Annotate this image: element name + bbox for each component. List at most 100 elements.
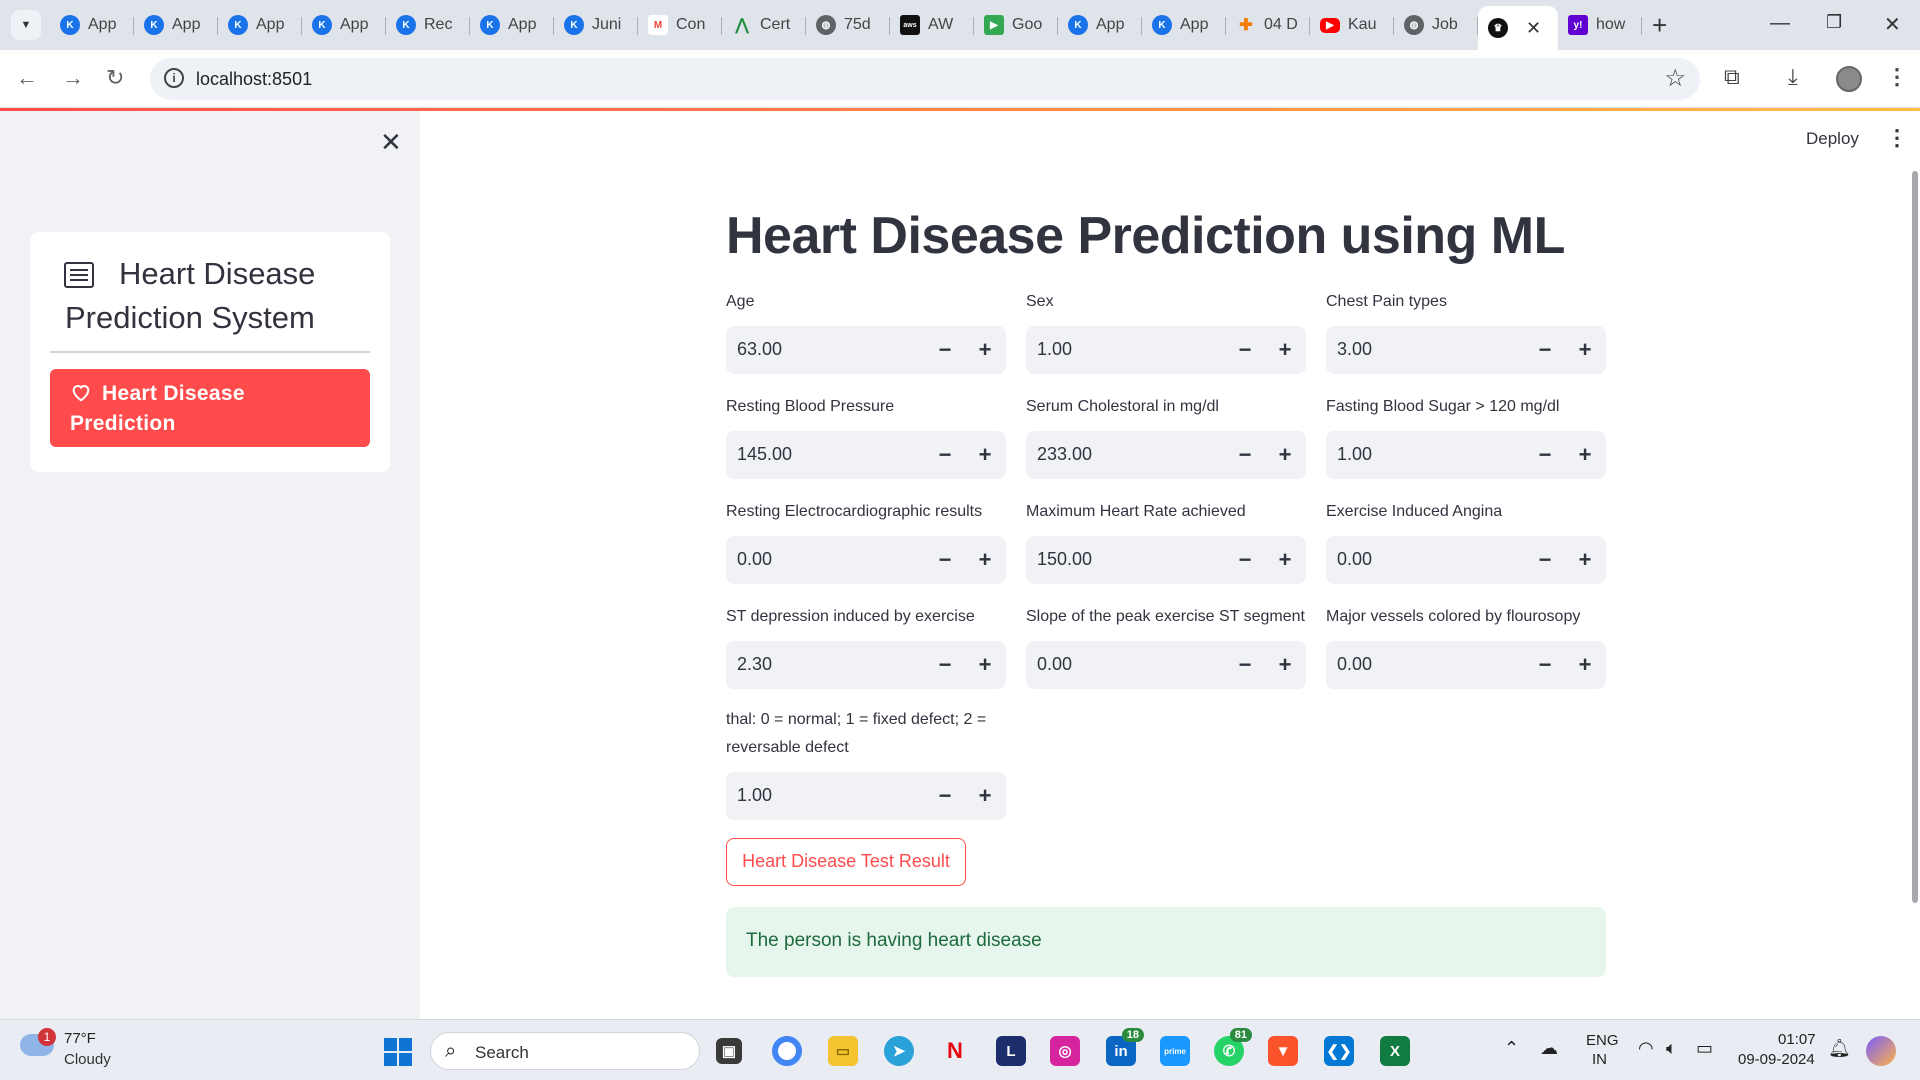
increment-button[interactable]: + — [1572, 336, 1598, 364]
linkedin-icon[interactable]: in 18 — [1106, 1028, 1144, 1066]
decrement-button[interactable]: − — [932, 782, 958, 810]
browser-tab[interactable]: ✚ 04 D — [1226, 6, 1310, 44]
browser-tab[interactable]: K App — [218, 6, 302, 44]
number-input[interactable]: 63.00 − + — [726, 326, 1006, 374]
browser-tab[interactable]: ⋀ Cert — [722, 6, 806, 44]
browser-tab-active[interactable]: ♛ ✕ — [1478, 6, 1558, 50]
input-value[interactable]: 233.00 — [1037, 444, 1092, 465]
number-input[interactable]: 150.00 − + — [1026, 536, 1306, 584]
region-indicator[interactable]: IN — [1592, 1051, 1607, 1068]
browser-tab[interactable]: K App — [470, 6, 554, 44]
l-app-icon[interactable]: L — [996, 1036, 1026, 1066]
input-value[interactable]: 63.00 — [737, 339, 782, 360]
increment-button[interactable]: + — [1272, 441, 1298, 469]
browser-tab[interactable]: M Con — [638, 6, 722, 44]
download-icon[interactable]: ⤓ — [1788, 64, 1798, 90]
main-menu-icon[interactable]: ⋮ — [1886, 127, 1908, 149]
clock-date[interactable]: 09-09-2024 — [1738, 1051, 1815, 1068]
tab-search-dropdown-icon[interactable]: ▼ — [11, 10, 41, 40]
input-value[interactable]: 2.30 — [737, 654, 772, 675]
decrement-button[interactable]: − — [1532, 546, 1558, 574]
extensions-icon[interactable]: ⧉ — [1724, 64, 1740, 90]
number-input[interactable]: 1.00 − + — [726, 772, 1006, 820]
browser-tab[interactable]: K App — [1058, 6, 1142, 44]
wifi-icon[interactable]: ◠ — [1638, 1038, 1654, 1059]
number-input[interactable]: 0.00 − + — [1026, 641, 1306, 689]
increment-button[interactable]: + — [972, 782, 998, 810]
new-tab-button[interactable]: + — [1652, 12, 1667, 38]
notification-bell-icon[interactable]: 🔔︎ — [1828, 1038, 1851, 1059]
decrement-button[interactable]: − — [932, 651, 958, 679]
instagram-icon[interactable]: ◎ — [1050, 1036, 1080, 1066]
weather-temperature[interactable]: 77°F — [64, 1030, 96, 1047]
vscode-icon[interactable]: ❮❯ — [1324, 1036, 1354, 1066]
input-value[interactable]: 150.00 — [1037, 549, 1092, 570]
onedrive-icon[interactable]: ☁ — [1540, 1038, 1558, 1059]
browser-tab[interactable]: ▶ Goo — [974, 6, 1058, 44]
close-sidebar-icon[interactable]: ✕ — [380, 127, 402, 158]
deploy-button[interactable]: Deploy — [1806, 129, 1859, 149]
decrement-button[interactable]: − — [1532, 336, 1558, 364]
input-value[interactable]: 0.00 — [1337, 654, 1372, 675]
increment-button[interactable]: + — [972, 651, 998, 679]
browser-tab[interactable]: K Juni — [554, 6, 638, 44]
menu-item-heart-disease-prediction[interactable]: Heart Disease Prediction — [50, 369, 370, 447]
input-value[interactable]: 0.00 — [1037, 654, 1072, 675]
netflix-icon[interactable]: N — [940, 1036, 970, 1066]
decrement-button[interactable]: − — [932, 546, 958, 574]
increment-button[interactable]: + — [972, 441, 998, 469]
decrement-button[interactable]: − — [932, 441, 958, 469]
browser-tab[interactable]: y! how — [1558, 6, 1642, 44]
prime-video-icon[interactable]: prime — [1160, 1036, 1190, 1066]
browser-tab[interactable]: ◍ Job — [1394, 6, 1478, 44]
number-input[interactable]: 3.00 − + — [1326, 326, 1606, 374]
chevron-up-icon[interactable]: ⌃ — [1504, 1038, 1519, 1059]
number-input[interactable]: 0.00 − + — [726, 536, 1006, 584]
forward-icon[interactable]: → — [62, 65, 84, 91]
close-window-icon[interactable]: ✕ — [1884, 12, 1901, 37]
number-input[interactable]: 1.00 − + — [1326, 431, 1606, 479]
bookmark-star-icon[interactable]: ☆ — [1664, 64, 1686, 93]
browser-tab[interactable]: K App — [134, 6, 218, 44]
excel-icon[interactable]: X — [1380, 1036, 1410, 1066]
windows-start-icon[interactable] — [384, 1038, 412, 1066]
increment-button[interactable]: + — [1572, 651, 1598, 679]
heart-disease-test-result-button[interactable]: Heart Disease Test Result — [726, 838, 966, 886]
clock-time[interactable]: 01:07 — [1778, 1031, 1816, 1048]
browser-tab[interactable]: ◍ 75d — [806, 6, 890, 44]
decrement-button[interactable]: − — [1232, 336, 1258, 364]
telegram-icon[interactable]: ➤ — [884, 1036, 914, 1066]
number-input[interactable]: 0.00 − + — [1326, 641, 1606, 689]
whatsapp-icon[interactable]: ✆ 81 — [1214, 1028, 1252, 1066]
input-value[interactable]: 1.00 — [737, 785, 772, 806]
number-input[interactable]: 1.00 − + — [1026, 326, 1306, 374]
volume-icon[interactable]: 🔈︎ — [1666, 1038, 1677, 1059]
number-input[interactable]: 0.00 − + — [1326, 536, 1606, 584]
decrement-button[interactable]: − — [1532, 651, 1558, 679]
address-bar[interactable]: i localhost:8501 ☆ — [150, 58, 1700, 100]
battery-icon[interactable]: ▭ — [1696, 1038, 1713, 1059]
browser-tab[interactable]: K App — [50, 6, 134, 44]
url-text[interactable]: localhost:8501 — [196, 69, 312, 90]
increment-button[interactable]: + — [1272, 546, 1298, 574]
profile-avatar[interactable] — [1836, 66, 1862, 92]
decrement-button[interactable]: − — [1232, 651, 1258, 679]
number-input[interactable]: 2.30 − + — [726, 641, 1006, 689]
decrement-button[interactable]: − — [1232, 441, 1258, 469]
restore-window-icon[interactable]: ❐ — [1826, 12, 1842, 33]
increment-button[interactable]: + — [1272, 651, 1298, 679]
brave-icon[interactable]: ▼ — [1268, 1036, 1298, 1066]
decrement-button[interactable]: − — [1532, 441, 1558, 469]
back-icon[interactable]: ← — [16, 65, 38, 91]
input-value[interactable]: 1.00 — [1337, 444, 1372, 465]
browser-menu-icon[interactable]: ⋮ — [1886, 64, 1908, 90]
browser-tab[interactable]: ▶ Kau — [1310, 6, 1394, 44]
reload-icon[interactable]: ↻ — [106, 65, 124, 91]
browser-tab[interactable]: K App — [1142, 6, 1226, 44]
browser-tab[interactable]: K Rec — [386, 6, 470, 44]
input-value[interactable]: 0.00 — [737, 549, 772, 570]
decrement-button[interactable]: − — [1232, 546, 1258, 574]
close-tab-icon[interactable]: ✕ — [1526, 18, 1541, 39]
language-indicator[interactable]: ENG — [1586, 1032, 1619, 1049]
input-value[interactable]: 1.00 — [1037, 339, 1072, 360]
